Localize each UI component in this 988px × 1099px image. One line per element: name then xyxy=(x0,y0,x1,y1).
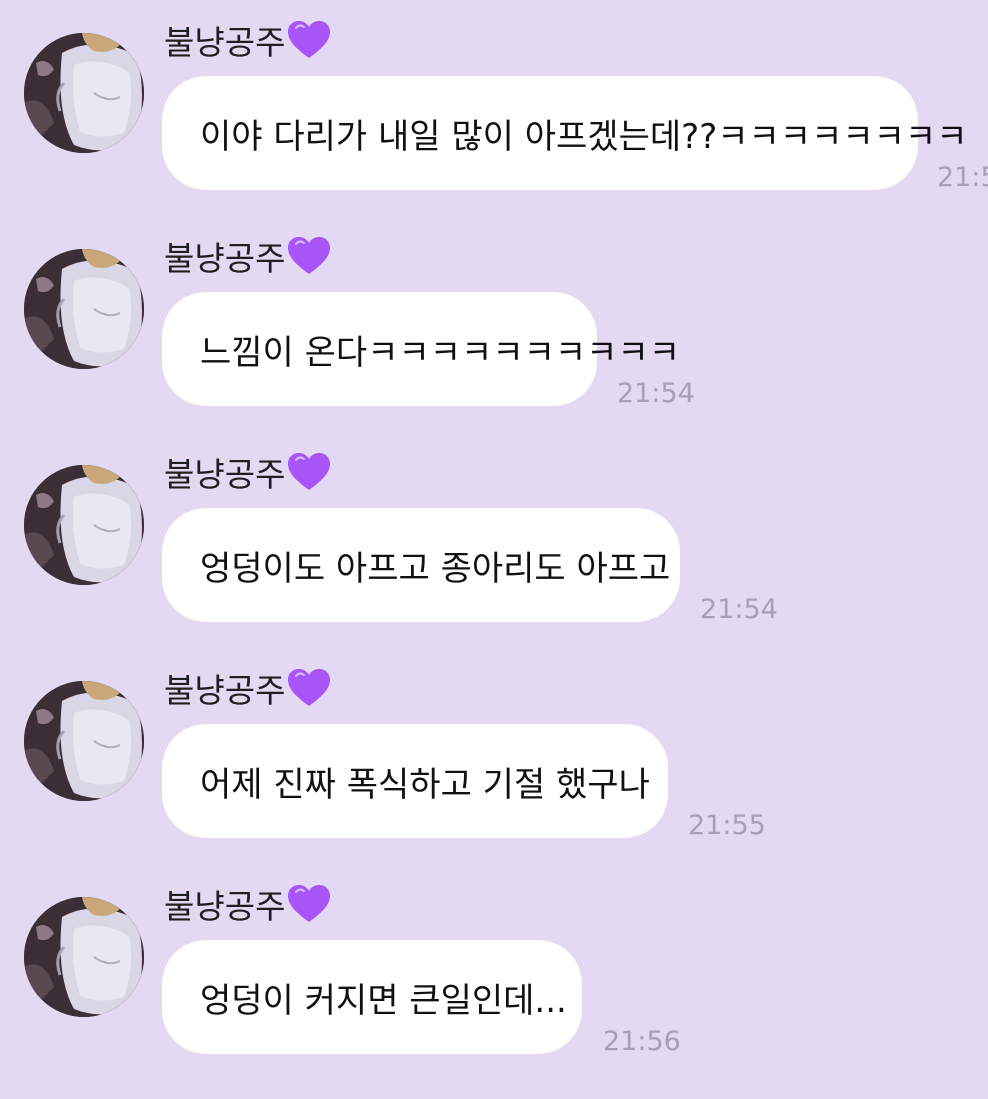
sender-name-row: 불냥공주 xyxy=(164,16,332,64)
sender-name: 불냥공주 xyxy=(164,455,286,494)
message-bubble[interactable]: 느낌이 온다ㅋㅋㅋㅋㅋㅋㅋㅋㅋㅋ xyxy=(162,292,680,406)
sender-name-row: 불냥공주 xyxy=(164,880,332,928)
avatar[interactable] xyxy=(24,681,144,801)
message-timestamp: 21:5 xyxy=(937,162,988,193)
avatar[interactable] xyxy=(24,33,144,153)
message-text: 느낌이 온다ㅋㅋㅋㅋㅋㅋㅋㅋㅋㅋ xyxy=(200,332,681,373)
message-timestamp: 21:54 xyxy=(700,594,778,625)
avatar[interactable] xyxy=(24,249,144,369)
message-text: 어제 진짜 폭식하고 기절 했구나 xyxy=(200,764,650,805)
sender-name-row: 불냥공주 xyxy=(164,664,332,712)
sender-name: 불냥공주 xyxy=(164,887,286,926)
purple-heart-icon xyxy=(287,452,332,492)
sender-name-row: 불냥공주 xyxy=(164,232,332,280)
message-bubble[interactable]: 엉덩이도 아프고 종아리도 아프고 xyxy=(162,508,680,622)
message-row: 불냥공주 엉덩이도 아프고 종아리도 아프고 21:54 xyxy=(0,432,988,632)
sender-name: 불냥공주 xyxy=(164,23,286,62)
purple-heart-icon xyxy=(287,20,332,60)
message-text: 이야 다리가 내일 많이 아프겠는데??ㅋㅋㅋㅋㅋㅋㅋㅋ xyxy=(200,116,968,157)
purple-heart-icon xyxy=(287,236,332,276)
message-row: 불냥공주 어제 진짜 폭식하고 기절 했구나 21:55 xyxy=(0,648,988,848)
avatar-image xyxy=(24,465,144,585)
message-timestamp: 21:56 xyxy=(603,1026,681,1057)
message-text: 엉덩이 커지면 큰일인데... xyxy=(200,980,567,1021)
avatar[interactable] xyxy=(24,465,144,585)
message-timestamp: 21:55 xyxy=(688,810,766,841)
message-text: 엉덩이도 아프고 종아리도 아프고 xyxy=(200,548,671,589)
message-bubble[interactable]: 엉덩이 커지면 큰일인데... xyxy=(162,940,582,1054)
avatar-image xyxy=(24,249,144,369)
message-row: 불냥공주 엉덩이 커지면 큰일인데... 21:56 xyxy=(0,864,988,1064)
message-bubble[interactable]: 어제 진짜 폭식하고 기절 했구나 xyxy=(162,724,668,838)
sender-name: 불냥공주 xyxy=(164,239,286,278)
message-bubble[interactable]: 이야 다리가 내일 많이 아프겠는데??ㅋㅋㅋㅋㅋㅋㅋㅋ xyxy=(162,76,967,190)
avatar-image xyxy=(24,681,144,801)
chat-screen: { "colors": { "background": "#e3d9f2", "… xyxy=(0,0,988,1099)
message-row: 불냥공주 느낌이 온다ㅋㅋㅋㅋㅋㅋㅋㅋㅋㅋ 21:54 xyxy=(0,216,988,416)
sender-name: 불냥공주 xyxy=(164,671,286,710)
purple-heart-icon xyxy=(287,668,332,708)
message-timestamp: 21:54 xyxy=(617,378,695,409)
avatar[interactable] xyxy=(24,897,144,1017)
sender-name-row: 불냥공주 xyxy=(164,448,332,496)
avatar-image xyxy=(24,33,144,153)
message-row: 불냥공주 이야 다리가 내일 많이 아프겠는데??ㅋㅋㅋㅋㅋㅋㅋㅋ 21:5 xyxy=(0,0,988,200)
purple-heart-icon xyxy=(287,884,332,924)
avatar-image xyxy=(24,897,144,1017)
